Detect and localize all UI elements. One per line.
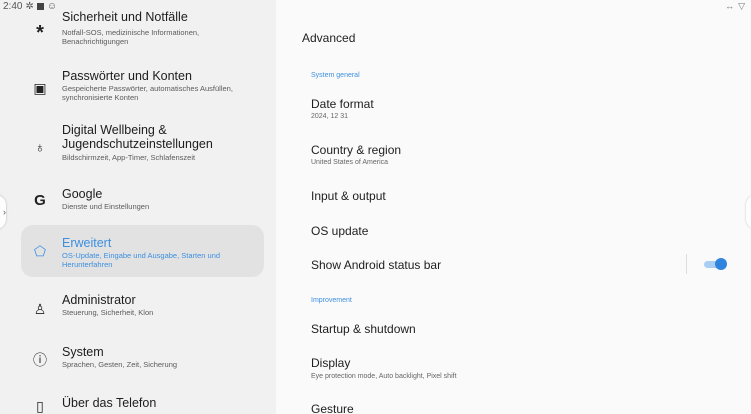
google-icon: G	[34, 192, 46, 209]
menu-system-title: System	[62, 345, 104, 359]
menu-about-title: Über das Telefon	[62, 396, 157, 410]
menu-admin-title: Administrator	[62, 293, 136, 307]
date-format-value: 2024, 12 31	[311, 113, 348, 120]
menu-advanced-title: Erweitert	[62, 236, 112, 250]
status-bar-toggle-label: Show Android status bar	[311, 258, 442, 272]
menu-google-subtitle: Dienste und Einstellungen	[62, 202, 150, 211]
menu-administrator[interactable]: ♙ Administrator Steuerung, Sicherheit, K…	[21, 285, 264, 330]
date-format-title: Date format	[311, 97, 374, 111]
advanced-pane: Advanced System general Date format 2024…	[276, 0, 751, 414]
menu-system-subtitle: Sprachen, Gesten, Zeit, Sicherung	[62, 360, 178, 369]
menu-google-title: Google	[62, 187, 103, 201]
toggle-divider	[686, 254, 687, 274]
status-bar: 2:40 ✲ ☺ ↔ ▽	[0, 0, 751, 14]
asterisk-icon: *	[36, 22, 44, 44]
menu-system[interactable]: ⓘ System Sprachen, Gesten, Zeit, Sicheru…	[21, 335, 264, 380]
admin-icon: ♙	[33, 301, 47, 317]
menu-advanced-subtitle: OS-Update, Eingabe und Ausgabe, Starten …	[62, 251, 221, 269]
menu-google[interactable]: G Google Dienste und Einstellungen	[21, 180, 264, 220]
menu-wellbeing-subtitle: Bildschirmzeit, App-Timer, Schlafenszeit	[62, 153, 196, 162]
startup-shutdown-row[interactable]: Startup & shutdown	[311, 322, 416, 336]
menu-about-phone[interactable]: ▯ Über das Telefon	[21, 388, 264, 414]
switch-knob	[715, 258, 727, 270]
section-improvement: Improvement	[311, 297, 352, 304]
input-output-row[interactable]: Input & output	[311, 189, 386, 203]
country-region-value: United States of America	[311, 159, 389, 166]
menu-admin-subtitle: Steuerung, Sicherheit, Klon	[62, 308, 154, 317]
gesture-row[interactable]: Gesture	[311, 402, 354, 414]
link-icon: ↔	[725, 1, 735, 11]
phone-icon: ▯	[36, 398, 44, 414]
wifi-icon: ▽	[738, 1, 745, 11]
menu-wellbeing-title: Digital Wellbeing & Jugendschutzeinstell…	[62, 123, 213, 151]
menu-advanced-active[interactable]: ⬠ Erweitert OS-Update, Eingabe und Ausga…	[21, 225, 264, 277]
side-panel-handle[interactable]	[746, 195, 751, 229]
notification-square-icon	[36, 3, 44, 10]
status-time: 2:40	[3, 1, 23, 12]
os-update-row[interactable]: OS update	[311, 224, 368, 238]
menu-safety-subtitle: Notfall-SOS, medizinische Informationen,…	[62, 28, 200, 46]
display-value: Eye protection mode, Auto backlight, Pix…	[311, 373, 457, 380]
chevron-right-icon: ›	[3, 207, 6, 217]
status-bar-switch[interactable]	[704, 258, 727, 270]
menu-passwords-title: Passwörter und Konten	[62, 69, 192, 83]
settings-list[interactable]: * Sicherheit und Notfälle Notfall-SOS, m…	[0, 0, 276, 414]
extension-icon: ⬠	[33, 243, 47, 259]
page-title: Advanced	[302, 31, 356, 45]
wellbeing-icon: ♁	[34, 139, 46, 155]
android-notification-icon: ☺	[46, 1, 58, 12]
country-region-title: Country & region	[311, 143, 402, 157]
settings-notification-icon: ✲	[25, 1, 34, 12]
info-icon: ⓘ	[33, 352, 47, 368]
menu-passwords-subtitle: Gespeicherte Passwörter, automatisches A…	[62, 84, 233, 102]
section-system-general: System general	[311, 72, 360, 79]
menu-passwords-accounts[interactable]: ▣ Passwörter und Konten Gespeicherte Pas…	[21, 60, 264, 112]
collapse-pane-handle[interactable]: ›	[0, 195, 6, 229]
menu-digital-wellbeing[interactable]: ♁ Digital Wellbeing & Jugendschutzeinste…	[21, 115, 264, 177]
display-title: Display	[311, 356, 351, 370]
password-icon: ▣	[33, 80, 47, 96]
